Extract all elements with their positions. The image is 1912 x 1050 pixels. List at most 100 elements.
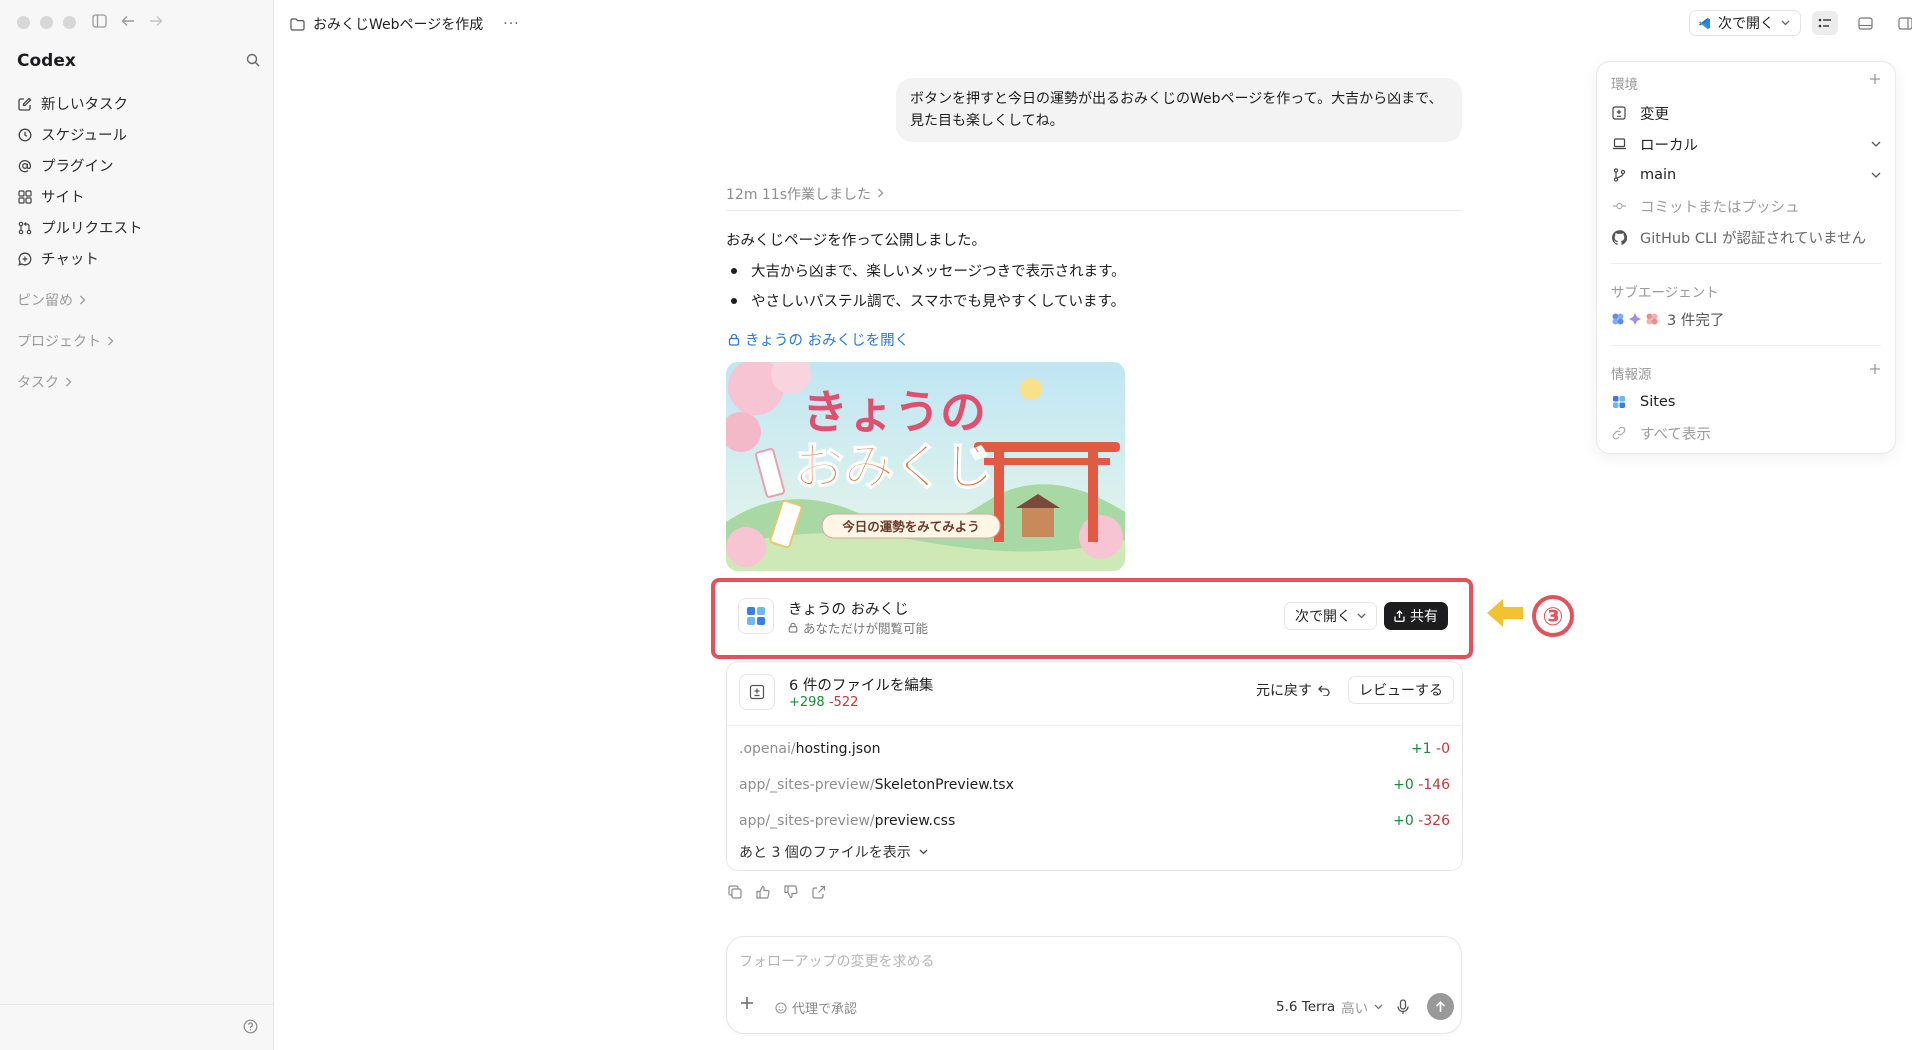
- section-pinned[interactable]: ピン留め: [17, 290, 86, 310]
- help-icon[interactable]: [243, 1019, 258, 1034]
- banner-title-line2: おみくじ: [794, 438, 994, 496]
- minimize-window-button[interactable]: [40, 16, 53, 29]
- more-options-button[interactable]: ···: [503, 16, 519, 32]
- sidebar-footer: [0, 1004, 274, 1050]
- sidebar-toggle-icon[interactable]: [92, 14, 107, 28]
- copy-icon[interactable]: [728, 885, 742, 899]
- sites-icon: [1611, 395, 1627, 409]
- section-projects[interactable]: プロジェクト: [17, 331, 114, 351]
- sidebar-item-label: チャット: [41, 252, 99, 268]
- send-button[interactable]: [1427, 993, 1454, 1020]
- chevron-down-icon: [1374, 1004, 1383, 1010]
- microphone-icon[interactable]: [1397, 999, 1409, 1015]
- subagents-header: サブエージェント: [1611, 285, 1719, 301]
- subagents-status[interactable]: 3 件完了: [1611, 308, 1881, 330]
- site-card-title: きょうの おみくじ: [788, 602, 909, 618]
- zoom-window-button[interactable]: [63, 16, 76, 29]
- model-name: 5.6 Terra: [1276, 999, 1336, 1015]
- site-preview-image[interactable]: きょうの おみくじ 今日の運勢をみてみよう: [726, 362, 1125, 571]
- env-row-changes[interactable]: 変更: [1611, 102, 1881, 124]
- toolbar-icons: [1812, 11, 1912, 35]
- review-button[interactable]: レビューする: [1348, 676, 1454, 704]
- back-arrow-icon[interactable]: [121, 15, 135, 27]
- sidebar-item-new-task[interactable]: 新しいタスク: [0, 88, 274, 119]
- env-row-branch[interactable]: main: [1611, 164, 1881, 186]
- arrow-up-icon: [1435, 1000, 1446, 1012]
- env-row-commit[interactable]: コミットまたはプッシュ: [1611, 195, 1881, 217]
- open-with-dropdown[interactable]: 次で開く: [1689, 10, 1801, 36]
- sites-app-icon: [738, 598, 774, 634]
- chevron-right-icon: [80, 295, 86, 305]
- thumbs-down-icon[interactable]: [784, 885, 798, 899]
- model-selector[interactable]: 5.6 Terra 高い: [1276, 997, 1383, 1017]
- env-header: 環境: [1611, 77, 1638, 93]
- share-button[interactable]: 共有: [1384, 602, 1448, 630]
- add-source-icon[interactable]: [1869, 363, 1881, 375]
- folder-icon: [290, 17, 305, 31]
- sources-header: 情報源: [1611, 367, 1652, 383]
- file-changes-stats: +298 -522: [789, 695, 859, 710]
- edit-icon: [17, 96, 32, 111]
- sidebar-item-chat[interactable]: チャット: [0, 243, 274, 274]
- undo-icon: [1318, 685, 1330, 696]
- share-link-icon[interactable]: [812, 885, 826, 899]
- sidebar-nav: 新しいタスク スケジュール プラグイン サイト プルリクエスト チャット: [0, 88, 274, 274]
- search-icon[interactable]: [246, 53, 260, 67]
- sidebar-item-plugins[interactable]: プラグイン: [0, 150, 274, 181]
- terminal-panel-icon[interactable]: [1852, 11, 1878, 35]
- add-attachment-icon[interactable]: [740, 996, 754, 1010]
- forward-arrow-icon[interactable]: [149, 15, 163, 27]
- env-row-github[interactable]: GitHub CLI が認証されていません: [1611, 226, 1881, 248]
- sidebar: Codex 新しいタスク スケジュール プラグイン サイト プルリクエスト チャ…: [0, 0, 274, 1050]
- share-icon: [1394, 610, 1405, 622]
- github-icon: [1611, 229, 1627, 245]
- chevron-right-icon: [108, 336, 114, 346]
- file-row[interactable]: app/_sites-preview/SkeletonPreview.tsx +…: [739, 774, 1450, 796]
- site-visibility: あなただけが閲覧可能: [788, 618, 928, 637]
- file-changes-title: 6 件のファイルを編集: [789, 678, 934, 694]
- laptop-icon: [1611, 138, 1627, 150]
- environment-panel: 環境 変更 ローカル main コミットまたはプッシュ GitHub CLI が…: [1596, 61, 1896, 454]
- side-panel-icon[interactable]: [1892, 11, 1912, 35]
- site-card: きょうの おみくじ あなただけが閲覧可能 次で開く 共有: [726, 589, 1462, 647]
- user-message-bubble: ボタンを押すと今日の運勢が出るおみくじのWebページを作って。大吉から凶まで、見…: [896, 78, 1462, 142]
- source-sites[interactable]: Sites: [1611, 391, 1881, 413]
- at-icon: [17, 158, 32, 173]
- divider: [1611, 263, 1881, 264]
- approval-mode-toggle[interactable]: 代理で承認: [775, 998, 857, 1017]
- site-open-with-dropdown[interactable]: 次で開く: [1284, 602, 1377, 630]
- worked-duration-toggle[interactable]: 12m 11s作業しました: [726, 184, 1462, 211]
- lock-icon: [728, 333, 740, 346]
- sidebar-item-schedule[interactable]: スケジュール: [0, 119, 274, 150]
- environment-panel-toggle-icon[interactable]: [1812, 11, 1838, 35]
- open-site-link[interactable]: きょうの おみくじを開く: [728, 329, 909, 350]
- sidebar-item-label: 新しいタスク: [41, 97, 128, 113]
- revert-button[interactable]: 元に戻す: [1256, 676, 1330, 704]
- nav-controls: [92, 14, 163, 28]
- close-window-button[interactable]: [17, 16, 30, 29]
- env-row-local[interactable]: ローカル: [1611, 133, 1881, 155]
- file-row[interactable]: app/_sites-preview/preview.css +0 -326: [739, 810, 1450, 832]
- thumbs-up-icon[interactable]: [756, 885, 770, 899]
- worked-duration-label: 12m 11s作業しました: [726, 187, 872, 203]
- chevron-right-icon: [878, 188, 884, 198]
- chevron-down-icon: [1871, 141, 1881, 147]
- show-all-sources[interactable]: すべて表示: [1611, 422, 1881, 444]
- section-tasks[interactable]: タスク: [17, 372, 72, 392]
- file-row[interactable]: .openai/hosting.json +1 -0: [739, 738, 1450, 760]
- commit-icon: [1611, 201, 1627, 211]
- sidebar-item-pull-requests[interactable]: プルリクエスト: [0, 212, 274, 243]
- subagent-avatars-icon: [1611, 312, 1659, 326]
- add-environment-icon[interactable]: [1869, 73, 1881, 85]
- link-icon: [1611, 426, 1627, 440]
- chevron-down-icon: [1871, 172, 1881, 178]
- follow-up-input[interactable]: フォローアップの変更を求める: [739, 951, 934, 971]
- open-site-link-label: きょうの おみくじを開く: [745, 333, 910, 349]
- composer: フォローアップの変更を求める 代理で承認 5.6 Terra 高い: [726, 936, 1462, 1034]
- show-more-files-button[interactable]: あと 3 個のファイルを表示: [739, 842, 928, 862]
- diff-icon: [1611, 106, 1627, 120]
- app-window: Codex 新しいタスク スケジュール プラグイン サイト プルリクエスト チャ…: [0, 0, 1912, 1050]
- vscode-icon: [1698, 17, 1711, 30]
- sidebar-item-sites[interactable]: サイト: [0, 181, 274, 212]
- assistant-reply: おみくじページを作って公開しました。: [726, 233, 986, 249]
